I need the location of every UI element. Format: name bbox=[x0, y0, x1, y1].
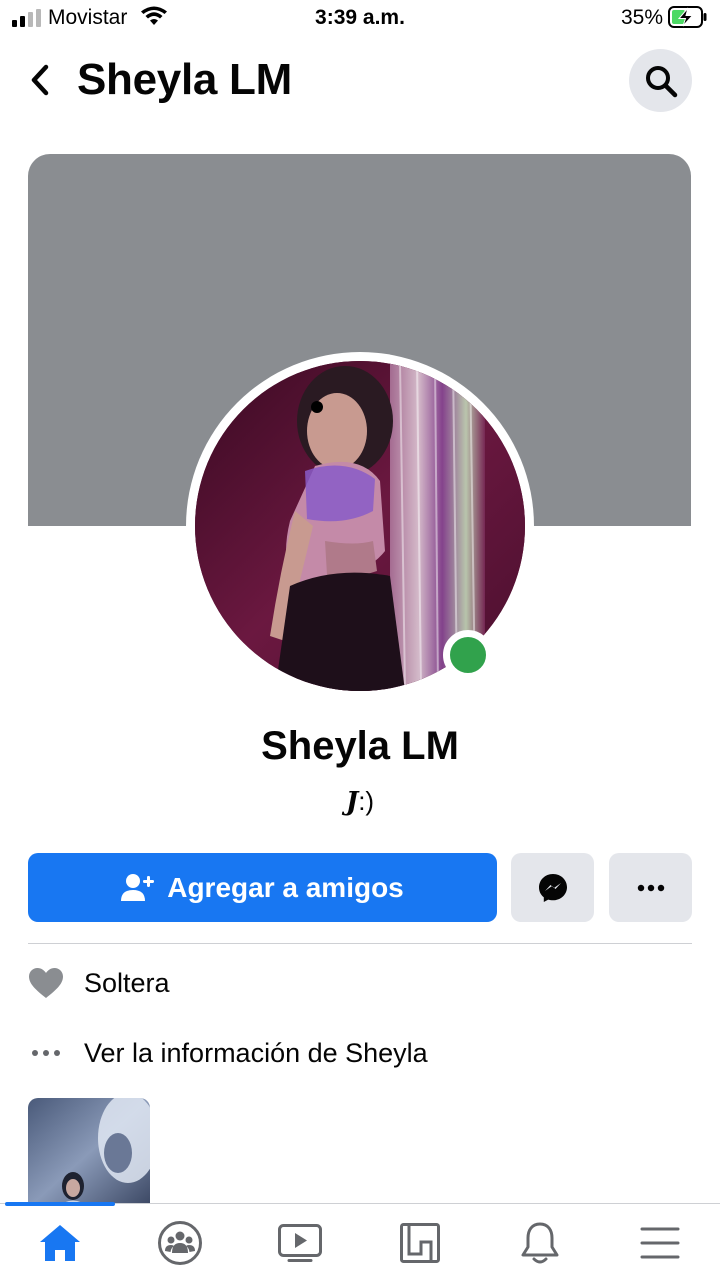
add-friend-button[interactable]: Agregar a amigos bbox=[28, 853, 497, 922]
search-button[interactable] bbox=[629, 49, 692, 112]
signal-strength-icon bbox=[12, 9, 41, 27]
groups-icon bbox=[158, 1220, 202, 1265]
nav-groups[interactable] bbox=[120, 1204, 240, 1280]
nav-home[interactable] bbox=[0, 1204, 120, 1280]
home-icon bbox=[40, 1224, 80, 1261]
marketplace-icon bbox=[400, 1222, 440, 1263]
more-options-button[interactable] bbox=[609, 853, 692, 922]
status-bar: Movistar 3:39 a.m. 35% bbox=[0, 0, 720, 40]
profile-name: Sheyla LM bbox=[261, 724, 459, 768]
bio-letter: J bbox=[345, 787, 359, 817]
see-about-info-text: Ver la información de Sheyla bbox=[84, 1037, 428, 1068]
nav-menu[interactable] bbox=[600, 1204, 720, 1280]
search-icon bbox=[645, 65, 677, 97]
battery-percentage: 35% bbox=[620, 6, 663, 29]
add-friend-icon bbox=[121, 873, 155, 901]
nav-notifications[interactable] bbox=[480, 1204, 600, 1280]
profile-bio: J:) bbox=[0, 786, 720, 817]
messenger-icon bbox=[538, 873, 567, 902]
more-horizontal-icon bbox=[637, 884, 664, 891]
page-title: Sheyla LM bbox=[77, 55, 292, 104]
section-divider bbox=[28, 943, 692, 944]
photo-thumbnail[interactable] bbox=[28, 1098, 150, 1208]
menu-icon bbox=[640, 1227, 680, 1258]
online-status-indicator bbox=[443, 630, 493, 680]
nav-marketplace[interactable] bbox=[360, 1204, 480, 1280]
nav-watch[interactable] bbox=[240, 1204, 360, 1280]
photo-image bbox=[28, 1098, 150, 1208]
carrier-name: Movistar bbox=[48, 6, 128, 29]
watch-icon bbox=[278, 1223, 322, 1262]
bottom-navigation bbox=[0, 1202, 720, 1280]
heart-icon bbox=[28, 966, 64, 1000]
see-about-info-row[interactable]: Ver la información de Sheyla bbox=[28, 1028, 692, 1078]
add-friend-label: Agregar a amigos bbox=[167, 871, 404, 903]
wifi-icon bbox=[141, 6, 167, 25]
more-horizontal-icon bbox=[28, 1036, 64, 1070]
bio-emoticon: :) bbox=[358, 786, 375, 816]
message-button[interactable] bbox=[511, 853, 594, 922]
battery-charging-icon bbox=[668, 6, 707, 28]
relationship-status-row: Soltera bbox=[28, 958, 692, 1008]
notifications-icon bbox=[521, 1222, 559, 1263]
relationship-status-text: Soltera bbox=[84, 967, 170, 998]
back-button[interactable] bbox=[20, 58, 60, 102]
chevron-left-icon bbox=[31, 64, 49, 96]
